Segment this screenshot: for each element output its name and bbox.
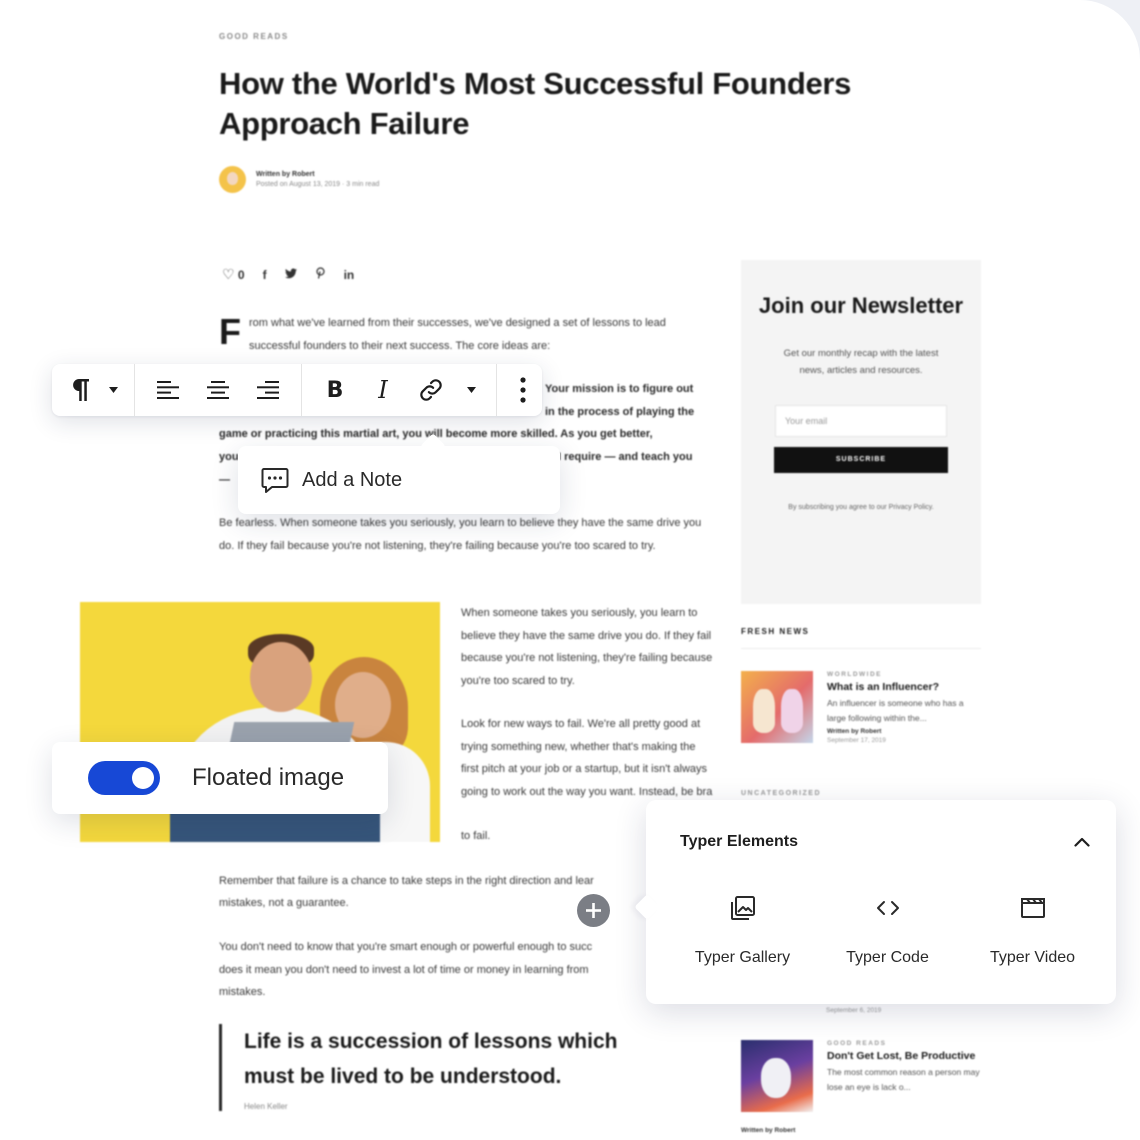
newsletter-email-input[interactable]: Your email bbox=[775, 405, 947, 437]
fearless-paragraph: Be fearless. When someone takes you seri… bbox=[219, 517, 702, 552]
add-note-button[interactable]: Add a Note bbox=[238, 446, 560, 514]
remember-paragraph-line-1: Remember that failure is a chance to tak… bbox=[219, 875, 594, 887]
like-count: 0 bbox=[237, 268, 245, 282]
gallery-icon bbox=[729, 894, 757, 927]
toggle-knob bbox=[132, 767, 154, 789]
alignment-group bbox=[134, 364, 301, 416]
subscribe-button[interactable]: SUBSCRIBE bbox=[774, 447, 948, 473]
side-paragraph-1: When someone takes you seriously, you le… bbox=[461, 607, 713, 687]
quote-text: Life is a succession of lessons which mu… bbox=[244, 1030, 618, 1088]
comment-dots-icon bbox=[260, 465, 290, 495]
typer-elements-heading: Typer Elements bbox=[680, 833, 798, 850]
article-category: GOOD READS bbox=[219, 32, 289, 41]
author-lines: Written by Robert Posted on August 13, 2… bbox=[256, 171, 379, 188]
news-author: Written by Robert bbox=[827, 728, 882, 735]
facebook-icon[interactable]: f bbox=[263, 268, 267, 282]
align-right-icon[interactable] bbox=[249, 371, 287, 409]
typer-code-button[interactable]: Typer Code bbox=[815, 894, 960, 967]
typer-video-label: Typer Video bbox=[989, 949, 1076, 966]
heart-icon: ♡ bbox=[222, 266, 235, 282]
uncategorized-heading: UNCATEGORIZED bbox=[741, 790, 822, 797]
like-group[interactable]: ♡ 0 bbox=[222, 266, 245, 283]
bold-paragraph-line-3: game or practicing this martial art, you… bbox=[219, 428, 653, 440]
drop-cap: F bbox=[219, 311, 241, 352]
share-bar: ♡ 0 f in bbox=[222, 266, 354, 283]
typer-code-label: Typer Code bbox=[846, 949, 929, 966]
news-author: Written by Robert bbox=[741, 1127, 796, 1134]
news-category: GOOD READS bbox=[827, 1040, 887, 1047]
news-thumbnail[interactable] bbox=[741, 1040, 813, 1112]
bold-paragraph-line-2: in the process of playing the bbox=[545, 406, 695, 418]
news-excerpt: An influencer is someone who has a large… bbox=[827, 698, 964, 723]
inline-format-group: B I bbox=[301, 364, 496, 416]
block-type-group bbox=[52, 364, 134, 416]
pull-quote: Life is a succession of lessons which mu… bbox=[219, 1024, 649, 1111]
smart-paragraph-line-3: mistakes. bbox=[219, 986, 266, 998]
news-text: GOOD READS Don't Get Lost, Be Productive… bbox=[827, 1040, 982, 1112]
article-title: How the World's Most Successful Founders… bbox=[219, 66, 852, 141]
add-block-button[interactable] bbox=[577, 894, 610, 927]
quote-cite: Helen Keller bbox=[244, 1102, 288, 1111]
twitter-icon[interactable] bbox=[284, 268, 297, 282]
floated-image-label: Floated image bbox=[192, 764, 345, 791]
newsletter-title: Join our Newsletter bbox=[758, 293, 964, 318]
intro-paragraph: rom what we've learned from their succes… bbox=[249, 317, 666, 352]
author-name: Written by Robert bbox=[256, 171, 315, 178]
link-icon[interactable] bbox=[412, 371, 450, 409]
news-text: WORLDWIDE What is an Influencer? An infl… bbox=[827, 671, 982, 744]
chevron-down-icon[interactable] bbox=[460, 371, 482, 409]
fresh-news-heading: FRESH NEWS bbox=[741, 627, 810, 636]
news-item[interactable]: WORLDWIDE What is an Influencer? An infl… bbox=[741, 671, 982, 744]
news-category: WORLDWIDE bbox=[827, 671, 883, 678]
smart-paragraph-line-2: does it mean you don't need to invest a … bbox=[219, 964, 589, 976]
editor-page: GOOD READS How the World's Most Successf… bbox=[0, 0, 1140, 1140]
news-date: September 6, 2019 bbox=[826, 1007, 882, 1014]
more-group bbox=[496, 364, 549, 416]
news-excerpt: The most common reason a person may lose… bbox=[827, 1067, 980, 1092]
formatting-toolbar: B I bbox=[52, 364, 542, 416]
bold-paragraph-line-1: Your mission is to figure out bbox=[545, 383, 694, 395]
avatar bbox=[219, 166, 246, 193]
floated-image-control: Floated image bbox=[52, 742, 388, 814]
align-left-icon[interactable] bbox=[149, 371, 187, 409]
news-title[interactable]: Don't Get Lost, Be Productive bbox=[827, 1049, 982, 1063]
pinterest-icon[interactable] bbox=[315, 267, 326, 282]
smart-paragraph-line-1: You don't need to know that you're smart… bbox=[219, 941, 593, 953]
divider bbox=[741, 648, 981, 649]
chevron-up-icon[interactable] bbox=[1070, 830, 1094, 854]
pilcrow-icon[interactable] bbox=[66, 371, 96, 409]
vertical-ellipsis-icon[interactable] bbox=[511, 371, 535, 409]
news-date: September 17, 2019 bbox=[827, 737, 886, 744]
typer-gallery-label: Typer Gallery bbox=[694, 949, 791, 966]
side-paragraph-2: Look for new ways to fail. We're all pre… bbox=[461, 718, 713, 798]
bold-paragraph-line-4-end: I require — and teach you bbox=[558, 451, 693, 463]
italic-button[interactable]: I bbox=[364, 371, 402, 409]
floated-image-toggle[interactable] bbox=[88, 761, 160, 795]
linkedin-icon[interactable]: in bbox=[344, 268, 355, 282]
news-thumbnail[interactable] bbox=[741, 671, 813, 743]
post-meta: Posted on August 13, 2019 · 3 min read bbox=[256, 181, 380, 188]
typer-elements-list: Typer Gallery Typer Code Typer Video bbox=[670, 894, 1106, 967]
chevron-down-icon[interactable] bbox=[102, 371, 124, 409]
bold-button[interactable]: B bbox=[316, 371, 354, 409]
newsletter-description: Get our monthly recap with the latest ne… bbox=[783, 348, 939, 376]
newsletter-widget: Join our Newsletter Get our monthly reca… bbox=[741, 260, 981, 604]
plus-icon bbox=[586, 903, 601, 918]
news-title[interactable]: What is an Influencer? bbox=[827, 680, 982, 694]
code-icon bbox=[874, 894, 902, 927]
align-center-icon[interactable] bbox=[199, 371, 237, 409]
news-item[interactable]: GOOD READS Don't Get Lost, Be Productive… bbox=[741, 1040, 982, 1112]
newsletter-privacy-note: By subscribing you agree to our Privacy … bbox=[788, 504, 934, 511]
typer-gallery-button[interactable]: Typer Gallery bbox=[670, 894, 815, 967]
clapperboard-icon bbox=[1019, 894, 1047, 927]
typer-elements-panel: Typer Elements Typer Gallery Typer Code bbox=[646, 800, 1116, 1004]
typer-video-button[interactable]: Typer Video bbox=[960, 894, 1105, 967]
author-block: Written by Robert Posted on August 13, 2… bbox=[219, 166, 379, 193]
add-note-label: Add a Note bbox=[302, 468, 403, 491]
